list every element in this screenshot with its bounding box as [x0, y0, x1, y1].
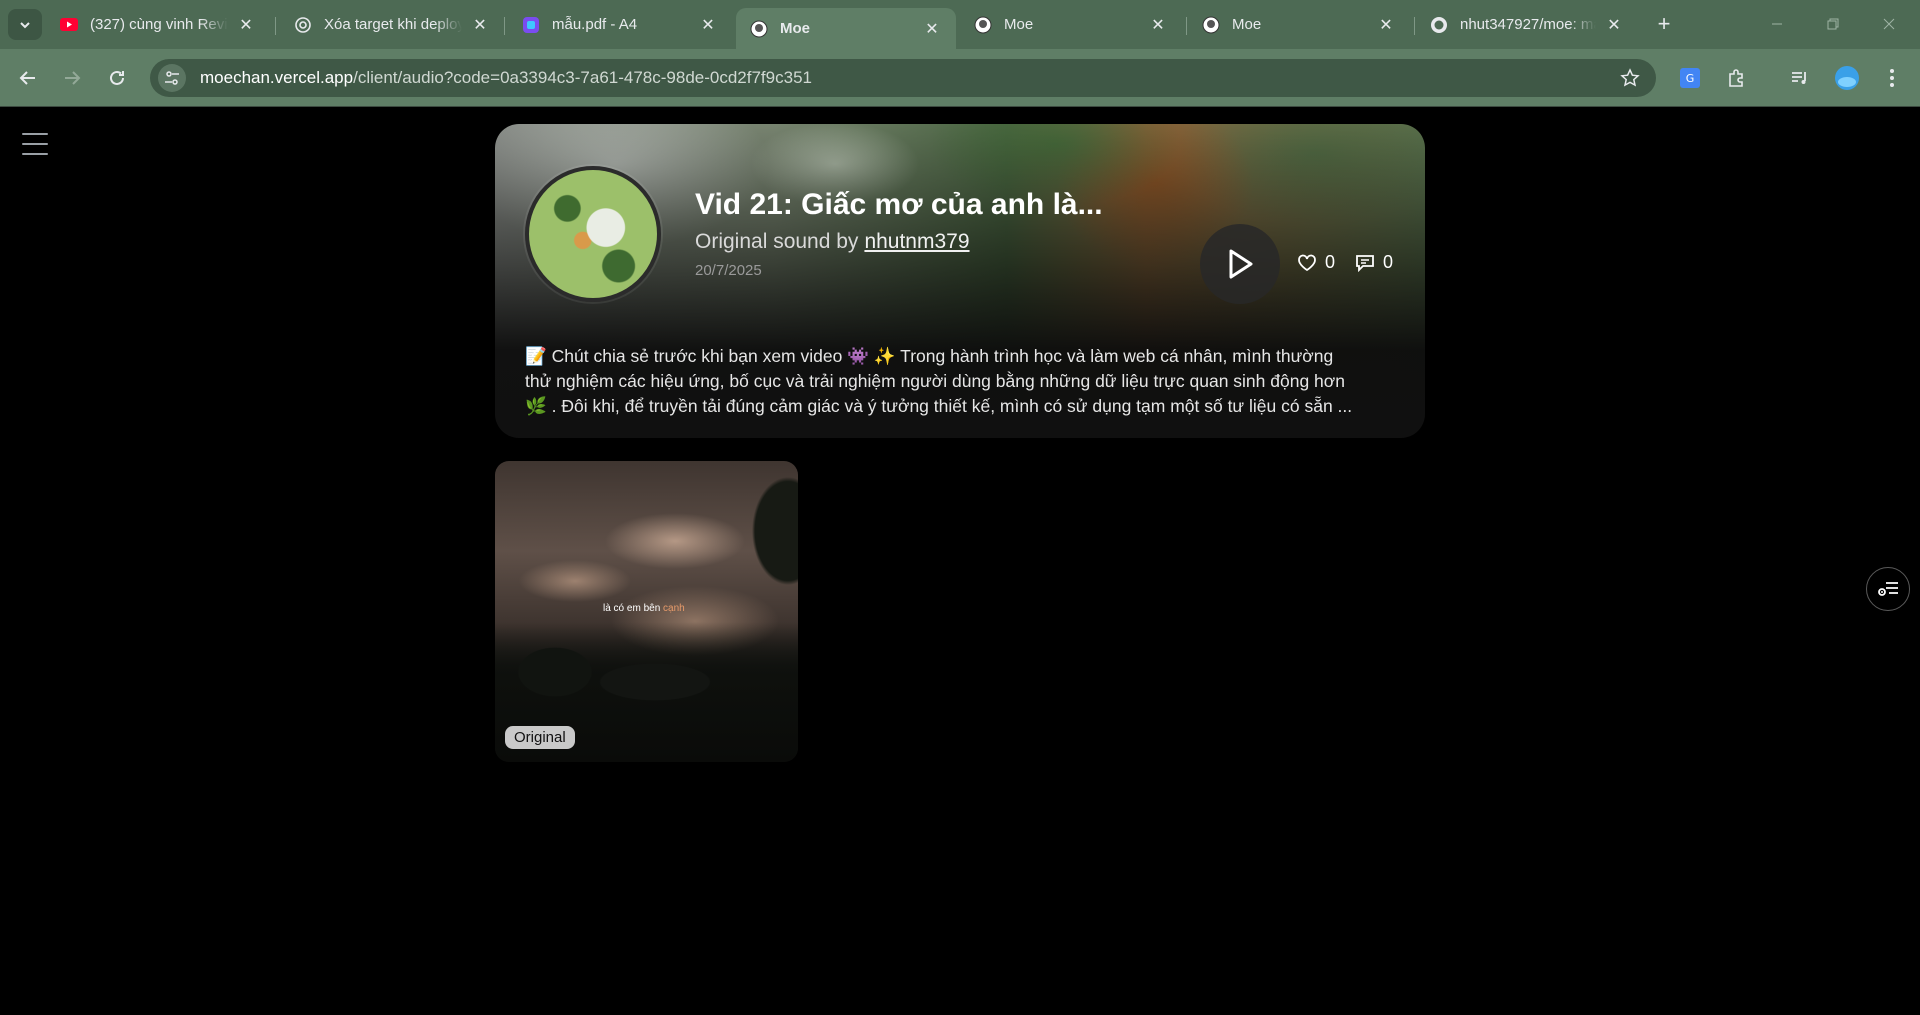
minimize-icon [1772, 23, 1782, 25]
lyric-text: là có em bên [603, 603, 661, 614]
play-button[interactable] [1200, 224, 1280, 304]
close-icon[interactable]: ✕ [1604, 15, 1624, 35]
extensions-puzzle-icon[interactable] [1720, 62, 1752, 94]
close-icon[interactable]: ✕ [1376, 15, 1396, 35]
url-host: moechan.vercel.app [200, 68, 354, 87]
site-info-button[interactable] [158, 64, 186, 92]
bookmark-star-icon[interactable] [1620, 68, 1640, 93]
author-link[interactable]: nhutnm379 [864, 230, 969, 253]
tab-title: Xóa target khi deploy [324, 16, 462, 33]
minimize-button[interactable] [1754, 10, 1800, 38]
close-icon [1883, 18, 1895, 30]
play-icon [1229, 249, 1253, 279]
menu-icon[interactable] [22, 133, 48, 155]
playlist-toggle-button[interactable] [1866, 567, 1910, 611]
menu-bar [22, 133, 48, 135]
close-icon[interactable]: ✕ [236, 15, 256, 35]
url-text: moechan.vercel.app/client/audio?code=0a3… [200, 68, 812, 88]
pdf-editor-icon [522, 16, 540, 34]
audio-subtitle: Original sound by nhutnm379 [695, 230, 970, 254]
tab-chatgpt[interactable]: Xóa target khi deploy ✕ [280, 8, 504, 41]
tab-title: Moe [1232, 16, 1262, 33]
google-translate-icon[interactable]: G [1674, 62, 1706, 94]
arrow-left-icon [19, 71, 35, 85]
tab-youtube[interactable]: (327) cùng vinh Review ✕ [46, 8, 270, 41]
tab-search-button[interactable] [8, 9, 42, 40]
reload-button[interactable] [101, 62, 133, 94]
tab-separator [275, 17, 276, 35]
new-tab-button[interactable]: + [1652, 11, 1676, 36]
github-icon [1430, 16, 1448, 34]
close-icon[interactable]: ✕ [698, 15, 718, 35]
tab-moe-active[interactable]: Moe ✕ [736, 8, 956, 49]
url-path: /client/audio?code=0a3394c3-7a61-478c-98… [353, 68, 812, 87]
audio-date: 20/7/2025 [695, 262, 762, 279]
description-line: 📝 Chút chia sẻ trước khi bạn xem video 👾… [525, 346, 1334, 366]
like-count: 0 [1325, 252, 1336, 272]
subtitle-prefix: Original sound by [695, 230, 859, 253]
more-menu-icon[interactable] [1876, 62, 1908, 94]
moe-icon [1202, 16, 1220, 34]
address-bar[interactable]: moechan.vercel.app/client/audio?code=0a3… [150, 59, 1656, 97]
browser-toolbar: moechan.vercel.app/client/audio?code=0a3… [0, 49, 1920, 107]
thumbnail-lyric: là có em bên cạnh [603, 603, 685, 614]
playlist-settings-icon [1878, 582, 1898, 596]
description-line: thử nghiệm các hiệu ứng, bố cục và trải … [525, 371, 1345, 391]
tune-icon [165, 71, 179, 85]
tab-moe[interactable]: Moe ✕ [1188, 8, 1410, 41]
tab-pdf[interactable]: mẫu.pdf - A4 ✕ [508, 8, 732, 41]
like-button[interactable]: 0 [1297, 252, 1335, 273]
menu-bar [22, 153, 48, 155]
chevron-down-icon [20, 21, 30, 28]
description-line: 🌿 . Đôi khi, để truyền tải đúng cảm giác… [525, 396, 1353, 416]
restore-icon [1827, 18, 1839, 30]
tab-title: Moe [780, 20, 810, 37]
media-controls-icon[interactable] [1784, 62, 1816, 94]
close-icon[interactable]: ✕ [1148, 15, 1168, 35]
close-window-button[interactable] [1866, 10, 1912, 38]
moe-icon [974, 16, 992, 34]
tab-title: Moe [1004, 16, 1034, 33]
chatgpt-icon [294, 16, 312, 34]
tab-separator [504, 17, 505, 35]
restore-button[interactable] [1810, 10, 1856, 38]
close-icon[interactable]: ✕ [470, 15, 490, 35]
tab-github[interactable]: nhut347927/moe: main ✕ [1416, 8, 1638, 41]
comment-count: 0 [1383, 252, 1394, 272]
tab-separator [1186, 17, 1187, 35]
audio-description: 📝 Chút chia sẻ trước khi bạn xem video 👾… [525, 344, 1395, 419]
tab-title: (327) cùng vinh Review [90, 16, 228, 33]
back-button[interactable] [12, 62, 44, 94]
tab-moe[interactable]: Moe ✕ [960, 8, 1182, 41]
forward-button[interactable] [56, 62, 88, 94]
reload-icon [110, 70, 124, 85]
comment-button[interactable]: 0 [1355, 252, 1393, 273]
youtube-icon [60, 16, 78, 34]
tab-title: nhut347927/moe: main [1460, 16, 1596, 33]
profile-avatar[interactable] [1831, 62, 1863, 94]
tab-separator [1414, 17, 1415, 35]
original-badge: Original [505, 726, 575, 749]
arrow-right-icon [65, 71, 81, 85]
comment-icon [1356, 254, 1374, 272]
menu-bar [22, 143, 48, 145]
browser-tab-strip: (327) cùng vinh Review ✕ Xóa target khi … [0, 0, 1920, 49]
lyric-highlight: cạnh [663, 603, 685, 614]
heart-icon [1298, 254, 1316, 271]
close-icon[interactable]: ✕ [922, 19, 942, 39]
audio-cover-avatar[interactable] [525, 166, 661, 302]
audio-header-card: Vid 21: Giấc mơ của anh là... Original s… [495, 124, 1425, 438]
tab-title: mẫu.pdf - A4 [552, 16, 638, 33]
video-thumbnail[interactable]: là có em bên cạnh Original [495, 461, 798, 762]
moe-icon [750, 20, 768, 38]
svg-text:G: G [1686, 72, 1695, 85]
thumbnail-foliage [708, 461, 798, 631]
audio-title: Vid 21: Giấc mơ của anh là... [695, 188, 1103, 221]
